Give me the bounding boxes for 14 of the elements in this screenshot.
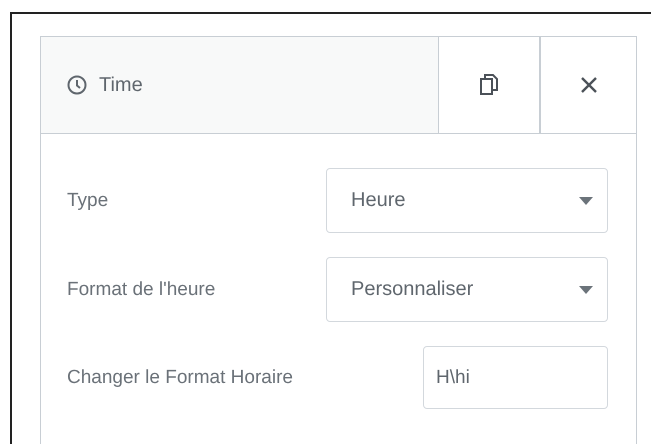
copy-icon (480, 74, 498, 96)
select-value: Personnaliser (351, 278, 474, 301)
panel-title: Time (99, 74, 143, 96)
field-label: Format de l'heure (67, 278, 216, 300)
field-label: Type (67, 190, 108, 212)
field-label: Changer le Format Horaire (67, 366, 293, 388)
caret-icon (579, 196, 593, 204)
close-icon (580, 76, 598, 94)
caret-icon (579, 286, 593, 294)
select-field[interactable]: Personnaliser (326, 257, 608, 322)
select-value: Heure (351, 189, 406, 212)
input-field[interactable]: H\hi (423, 346, 608, 409)
clock-icon (67, 75, 87, 95)
select-field[interactable]: Heure (326, 168, 608, 233)
